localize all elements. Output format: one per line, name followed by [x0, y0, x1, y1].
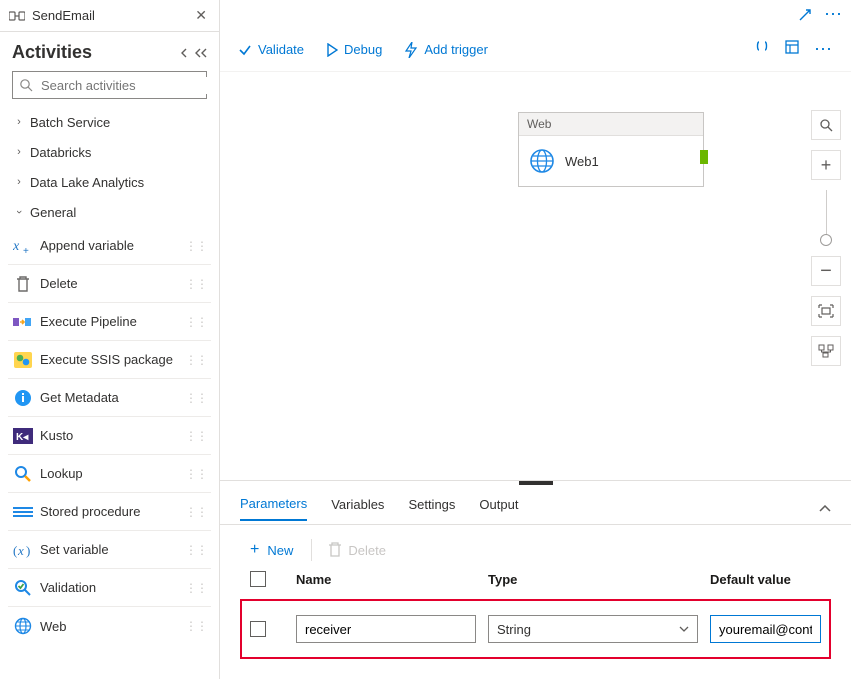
code-view-icon[interactable] — [754, 39, 770, 60]
param-type-select[interactable]: String — [488, 615, 698, 643]
more-icon[interactable]: ⋯ — [824, 4, 843, 25]
pipeline-run-icon — [12, 311, 34, 333]
activity-validation[interactable]: Validation⋮⋮ — [8, 569, 211, 607]
svg-text:x: x — [17, 543, 24, 558]
svg-text:(: ( — [13, 543, 17, 558]
check-icon — [238, 43, 252, 57]
plus-icon: + — [250, 541, 259, 559]
param-default-input[interactable] — [710, 615, 821, 643]
node-type-label: Web — [519, 113, 703, 136]
close-tab-icon[interactable]: ✕ — [191, 7, 211, 24]
node-output-handle[interactable] — [700, 150, 708, 164]
ssis-icon — [12, 349, 34, 371]
activities-sidebar: SendEmail ✕ Activities ›Batch Service ›D… — [0, 0, 220, 679]
add-trigger-button[interactable]: Add trigger — [404, 42, 488, 58]
panel-resize-handle[interactable] — [519, 481, 553, 485]
row-checkbox[interactable] — [250, 621, 266, 637]
activity-get-metadata[interactable]: Get Metadata⋮⋮ — [8, 379, 211, 417]
activity-execute-ssis[interactable]: Execute SSIS package⋮⋮ — [8, 341, 211, 379]
param-name-input[interactable] — [296, 615, 476, 643]
select-all-checkbox[interactable] — [250, 571, 266, 587]
pipeline-tab-title: SendEmail — [32, 8, 191, 23]
fit-icon[interactable] — [811, 296, 841, 326]
activity-set-variable[interactable]: (x) Set variable⋮⋮ — [8, 531, 211, 569]
kusto-icon: K◂ — [12, 425, 34, 447]
activity-web[interactable]: Web⋮⋮ — [8, 607, 211, 645]
chevron-down-icon — [679, 626, 689, 632]
tab-settings[interactable]: Settings — [408, 497, 455, 520]
search-activities-input[interactable] — [12, 71, 207, 99]
pipeline-icon — [8, 9, 26, 23]
validation-icon — [12, 577, 34, 599]
tab-variables[interactable]: Variables — [331, 497, 384, 520]
lookup-icon — [12, 463, 34, 485]
col-default: Default value — [710, 572, 821, 587]
tree-group-datalake[interactable]: ›Data Lake Analytics — [8, 167, 211, 197]
set-variable-icon: (x) — [12, 539, 34, 561]
debug-button[interactable]: Debug — [326, 42, 382, 57]
trash-icon — [12, 273, 34, 295]
activity-kusto[interactable]: K◂ Kusto⋮⋮ — [8, 417, 211, 455]
tree-group-batch-service[interactable]: ›Batch Service — [8, 107, 211, 137]
zoom-search-icon[interactable] — [811, 110, 841, 140]
tree-group-databricks[interactable]: ›Databricks — [8, 137, 211, 167]
svg-text:x: x — [13, 239, 20, 254]
overflow-icon[interactable]: ⋯ — [814, 39, 833, 60]
grip-icon: ⋮⋮ — [185, 239, 211, 253]
svg-text:K◂: K◂ — [16, 432, 29, 443]
col-name: Name — [296, 572, 476, 587]
activity-append-variable[interactable]: x+ Append variable⋮⋮ — [8, 227, 211, 265]
globe-icon — [529, 148, 555, 174]
highlighted-row: String — [240, 599, 831, 659]
collapse-panel-double-icon[interactable] — [195, 48, 207, 58]
pipeline-tab[interactable]: SendEmail ✕ — [0, 0, 219, 32]
tab-parameters[interactable]: Parameters — [240, 496, 307, 521]
canvas-node-web1[interactable]: Web Web1 — [518, 112, 704, 187]
activity-stored-procedure[interactable]: Stored procedure⋮⋮ — [8, 493, 211, 531]
trash-icon — [328, 542, 342, 558]
node-name: Web1 — [565, 154, 599, 169]
new-parameter-button[interactable]: +New — [250, 541, 293, 559]
panel-collapse-icon[interactable] — [819, 505, 831, 513]
activities-heading: Activities — [12, 42, 173, 63]
layout-icon[interactable] — [811, 336, 841, 366]
properties-icon[interactable] — [784, 39, 800, 60]
search-icon — [19, 78, 33, 92]
append-variable-icon: x+ — [12, 235, 34, 257]
zoom-out-icon[interactable]: − — [811, 256, 841, 286]
properties-panel: Parameters Variables Settings Output +Ne… — [220, 480, 851, 679]
tab-output[interactable]: Output — [479, 497, 518, 520]
design-canvas[interactable]: Web Web1 + − — [220, 72, 851, 480]
main-area: ⋯ Validate Debug Add trigger ⋯ — [220, 0, 851, 679]
stored-proc-icon — [12, 501, 34, 523]
delete-parameter-button: Delete — [328, 542, 386, 558]
search-activities-field[interactable] — [39, 77, 219, 94]
trigger-icon — [404, 42, 418, 58]
validate-button[interactable]: Validate — [238, 42, 304, 57]
info-icon — [12, 387, 34, 409]
play-icon — [326, 43, 338, 57]
zoom-in-icon[interactable]: + — [811, 150, 841, 180]
svg-text:): ) — [26, 543, 30, 558]
col-type: Type — [488, 572, 698, 587]
zoom-slider[interactable] — [826, 190, 827, 246]
svg-text:+: + — [23, 246, 29, 255]
activity-execute-pipeline[interactable]: Execute Pipeline⋮⋮ — [8, 303, 211, 341]
collapse-panel-icon[interactable] — [179, 48, 189, 58]
globe-icon — [12, 615, 34, 637]
activity-delete[interactable]: Delete⋮⋮ — [8, 265, 211, 303]
tree-group-general[interactable]: ›General — [8, 197, 211, 227]
expand-icon[interactable] — [798, 8, 812, 22]
activity-lookup[interactable]: Lookup⋮⋮ — [8, 455, 211, 493]
